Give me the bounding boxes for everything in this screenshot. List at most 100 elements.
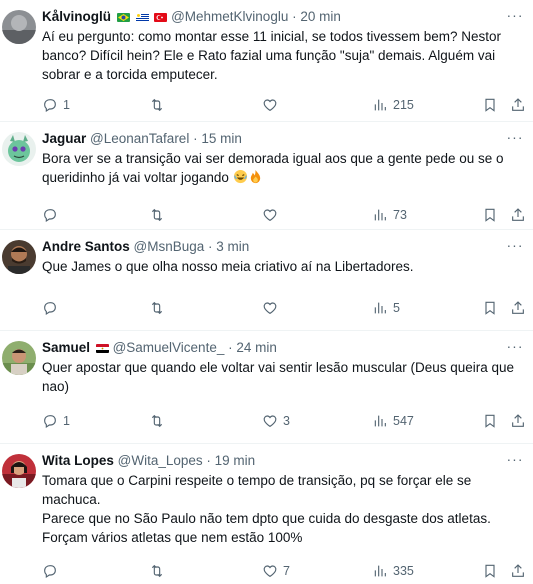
bookmark-button[interactable]	[482, 298, 498, 318]
share-button[interactable]	[510, 561, 526, 581]
retweet-button[interactable]	[149, 205, 170, 225]
tweet-4[interactable]: Samuel @SamuelVicente_ · 24 min ··· Quer…	[0, 331, 533, 444]
tweet-header: Andre Santos @MsnBuga · 3 min	[42, 237, 499, 257]
bookmark-button[interactable]	[482, 95, 498, 115]
views-button[interactable]: 5	[372, 298, 400, 318]
display-name[interactable]: Wita Lopes	[42, 453, 114, 468]
reply-button[interactable]: 1	[42, 95, 70, 115]
retweet-button[interactable]	[149, 411, 170, 431]
bookmark-button[interactable]	[482, 205, 498, 225]
tweet-header: Wita Lopes @Wita_Lopes · 19 min	[42, 451, 499, 471]
reply-button[interactable]	[42, 561, 63, 581]
like-button[interactable]: 3	[262, 411, 290, 431]
retweet-icon	[151, 414, 163, 428]
avatar[interactable]	[2, 341, 36, 375]
share-button[interactable]	[510, 205, 526, 225]
bookmark-icon	[485, 98, 495, 112]
tweet-header: Samuel @SamuelVicente_ · 24 min	[42, 338, 499, 358]
share-icon	[512, 301, 524, 314]
more-options-icon[interactable]: ···	[505, 130, 525, 146]
retweet-icon	[151, 208, 163, 222]
handle[interactable]: @MehmetKlvinoglu	[171, 9, 288, 24]
tweet-text: Aí eu pergunto: como montar esse 11 inic…	[42, 29, 505, 82]
tweet-3[interactable]: Andre Santos @MsnBuga · 3 min ··· Que Ja…	[0, 230, 533, 331]
views-button[interactable]: 335	[372, 561, 414, 581]
heart-icon	[263, 99, 277, 111]
retweet-button[interactable]	[149, 298, 170, 318]
display-name[interactable]: Samuel	[42, 340, 90, 355]
share-button[interactable]	[510, 411, 526, 431]
tweet-2[interactable]: Jaguar @LeonanTafarel · 15 min ··· Bora …	[0, 122, 533, 230]
more-options-icon[interactable]: ···	[505, 238, 525, 254]
more-options-icon[interactable]: ···	[505, 8, 525, 24]
like-count: 3	[283, 414, 290, 428]
avatar[interactable]	[2, 132, 36, 166]
display-name[interactable]: Kålvinoglü	[42, 9, 111, 24]
views-icon	[374, 415, 386, 427]
retweet-button[interactable]	[149, 95, 170, 115]
display-name[interactable]: Andre Santos	[42, 239, 130, 254]
reply-count: 1	[63, 98, 70, 112]
tweet-1[interactable]: Kålvinoglü @MehmetKlvinoglu · 20 min ···…	[0, 0, 533, 122]
heart-icon	[263, 565, 277, 577]
timestamp[interactable]: · 19 min	[206, 453, 255, 468]
tweet-actions: 7 335	[42, 561, 525, 581]
tweet-text: Bora ver se a transição vai ser demorada…	[42, 149, 523, 187]
timestamp[interactable]: · 15 min	[193, 131, 242, 146]
retweet-button[interactable]	[149, 561, 170, 581]
tweet-actions: 1 215	[42, 95, 525, 115]
views-button[interactable]: 215	[372, 95, 414, 115]
reply-button[interactable]	[42, 298, 63, 318]
handle[interactable]: @LeonanTafarel	[90, 131, 189, 146]
timestamp[interactable]: · 24 min	[228, 340, 277, 355]
more-options-icon[interactable]: ···	[505, 452, 525, 468]
view-count: 73	[393, 208, 407, 222]
reply-icon	[44, 209, 56, 223]
share-icon	[512, 98, 524, 111]
views-icon	[374, 565, 386, 577]
handle[interactable]: @SamuelVicente_	[113, 340, 225, 355]
reply-icon	[44, 302, 56, 316]
reply-icon	[44, 565, 56, 579]
retweet-icon	[151, 98, 163, 112]
like-button[interactable]	[262, 95, 283, 115]
bookmark-button[interactable]	[482, 411, 498, 431]
views-icon	[374, 99, 386, 111]
like-button[interactable]	[262, 205, 283, 225]
tweet-text: Quer apostar que quando ele voltar vai s…	[42, 360, 518, 394]
tweet-actions: 1 3 547	[42, 411, 525, 431]
reply-icon	[44, 415, 56, 429]
timestamp[interactable]: · 3 min	[208, 239, 249, 254]
like-button[interactable]: 7	[262, 561, 290, 581]
views-button[interactable]: 547	[372, 411, 414, 431]
share-icon	[512, 564, 524, 577]
brazil-flag-icon	[116, 13, 130, 22]
tweet-text-body: Bora ver se a transição vai ser demorada…	[42, 151, 508, 185]
like-button[interactable]	[262, 298, 283, 318]
avatar[interactable]	[2, 454, 36, 488]
retweet-icon	[151, 564, 163, 578]
bookmark-button[interactable]	[482, 561, 498, 581]
handle[interactable]: @MsnBuga	[134, 239, 205, 254]
tweet-5[interactable]: Wita Lopes @Wita_Lopes · 19 min ··· Toma…	[0, 444, 533, 584]
share-button[interactable]	[510, 298, 526, 318]
display-name[interactable]: Jaguar	[42, 131, 86, 146]
timestamp[interactable]: · 20 min	[292, 9, 341, 24]
avatar[interactable]	[2, 240, 36, 274]
heart-icon	[263, 415, 277, 427]
handle[interactable]: @Wita_Lopes	[118, 453, 203, 468]
reply-button[interactable]: 1	[42, 411, 70, 431]
reply-button[interactable]	[42, 205, 63, 225]
avatar[interactable]	[2, 10, 36, 44]
reply-icon	[44, 99, 56, 113]
views-icon	[374, 302, 386, 314]
egypt-flag-icon	[95, 344, 109, 353]
more-options-icon[interactable]: ···	[505, 339, 525, 355]
bookmark-icon	[485, 208, 495, 222]
bookmark-icon	[485, 564, 495, 578]
fire-emoji-icon	[248, 169, 263, 184]
share-button[interactable]	[510, 95, 526, 115]
turkey-flag-icon	[154, 13, 168, 22]
views-button[interactable]: 73	[372, 205, 407, 225]
bookmark-icon	[485, 301, 495, 315]
